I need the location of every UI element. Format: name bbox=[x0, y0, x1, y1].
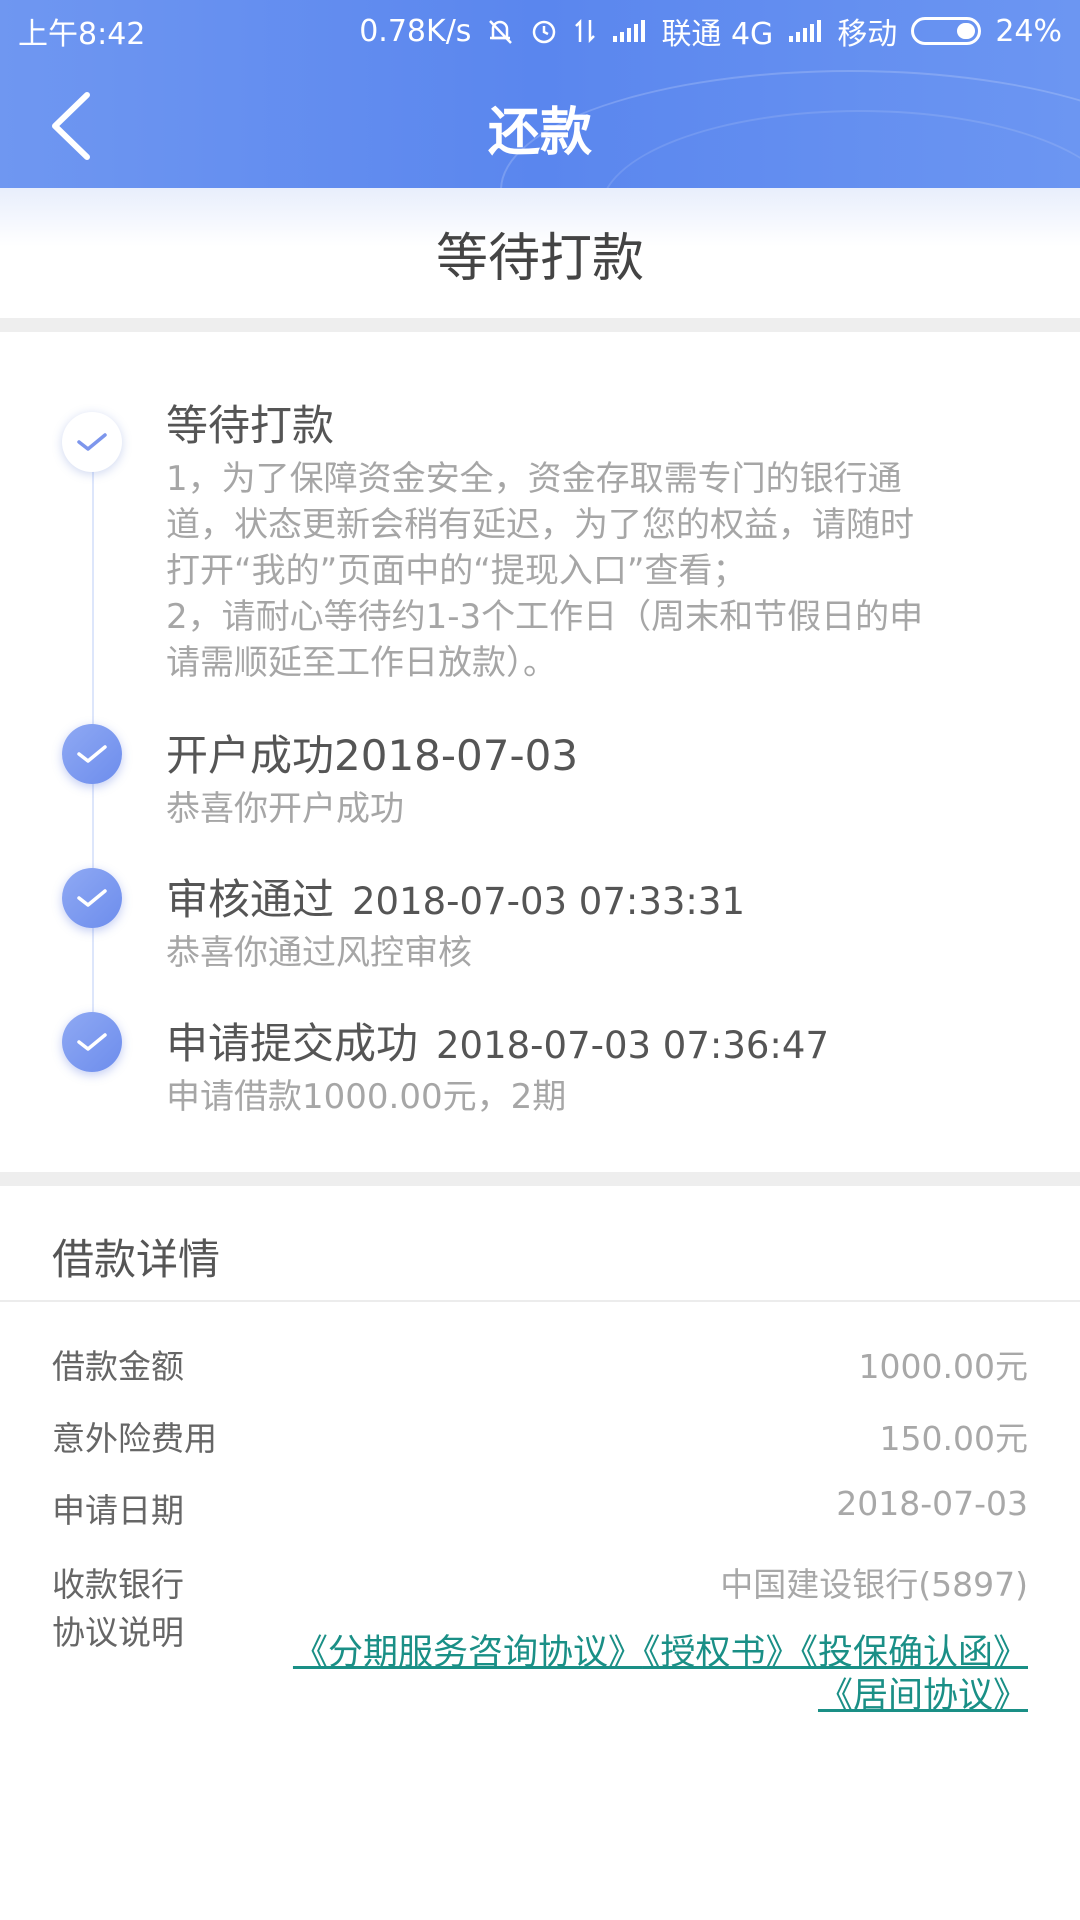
timeline-step-desc: 恭喜你开户成功 bbox=[166, 789, 404, 829]
signal-icon bbox=[611, 18, 647, 44]
progress-timeline: 等待打款 1，为了保障资金安全，资金存取需专门的银行通 道，状态更新会稍有延迟，… bbox=[0, 332, 1080, 1172]
timeline-step-title: 等待打款 bbox=[166, 401, 335, 450]
carrier-2: 移动 bbox=[837, 17, 898, 52]
data-transfer-icon bbox=[573, 16, 597, 46]
timeline-step-desc: 申请借款1000.00元，2期 bbox=[166, 1077, 567, 1117]
step-title-text: 审核通过 bbox=[166, 875, 335, 924]
section-divider bbox=[0, 1172, 1080, 1186]
check-icon bbox=[62, 1012, 122, 1072]
apply-date-value: 2018-07-03 bbox=[836, 1484, 1028, 1523]
agreement-link-intermediary[interactable]: 《居间协议》 bbox=[818, 1676, 1028, 1716]
timeline-step-title: 审核通过 2018-07-03 07:33:31 bbox=[166, 866, 745, 927]
loan-amount-label: 借款金额 bbox=[52, 1347, 184, 1386]
section-divider bbox=[0, 318, 1080, 332]
status-banner: 等待打款 bbox=[0, 188, 1080, 318]
timeline-step-title: 申请提交成功 2018-07-03 07:36:47 bbox=[166, 1010, 829, 1071]
step-date: 2018-07-03 bbox=[334, 731, 579, 780]
signal-icon bbox=[787, 18, 823, 44]
agreement-link-insurance[interactable]: 《投保确认函》 bbox=[800, 1633, 1028, 1673]
check-icon bbox=[62, 724, 122, 784]
desc-line: 道，状态更新会稍有延迟，为了您的权益，请随时 bbox=[166, 505, 914, 545]
mute-bell-icon bbox=[485, 16, 515, 46]
status-time: 上午8:42 bbox=[18, 17, 146, 52]
desc-line: 请需顺延至工作日放款）。 bbox=[166, 643, 557, 683]
battery-icon bbox=[911, 17, 982, 45]
agreement-link-authorization[interactable]: 《授权书》 bbox=[643, 1633, 801, 1673]
apply-date-label: 申请日期 bbox=[52, 1491, 184, 1530]
network-speed: 0.78K/s bbox=[359, 13, 472, 49]
agreement-link-installment[interactable]: 《分期服务咨询协议》 bbox=[293, 1633, 643, 1673]
status-banner-text: 等待打款 bbox=[435, 228, 644, 289]
agreement-links: 《分期服务咨询协议》《授权书》《投保确认函》 《居间协议》 bbox=[268, 1632, 1028, 1718]
timeline-step-desc: 恭喜你通过风控审核 bbox=[166, 933, 472, 973]
status-bar: 上午8:42 0.78K/s 联通 4G 移动 24% bbox=[0, 0, 1080, 62]
desc-line: 打开“我的”页面中的“提现入口”查看； bbox=[166, 551, 747, 591]
step-date: 2018-07-03 07:33:31 bbox=[352, 880, 745, 923]
carrier-1: 联通 4G bbox=[661, 17, 774, 52]
status-right: 0.78K/s 联通 4G 移动 24% bbox=[359, 9, 1062, 53]
battery-percent: 24% bbox=[995, 13, 1062, 49]
bank-value: 中国建设银行(5897) bbox=[720, 1565, 1028, 1604]
step-title-text: 开户成功 bbox=[166, 731, 335, 780]
step-date: 2018-07-03 07:36:47 bbox=[436, 1024, 829, 1067]
check-icon bbox=[62, 868, 122, 928]
timeline-step-title: 开户成功2018-07-03 bbox=[166, 722, 578, 783]
bank-label: 收款银行 bbox=[52, 1565, 184, 1604]
nav-bar: 还款 bbox=[0, 62, 1080, 188]
step-title-text: 申请提交成功 bbox=[166, 1019, 419, 1068]
divider bbox=[0, 1300, 1080, 1302]
insurance-fee-value: 150.00元 bbox=[879, 1419, 1028, 1458]
page-title: 还款 bbox=[487, 103, 592, 163]
check-icon bbox=[62, 412, 122, 472]
section-title: 借款详情 bbox=[52, 1235, 221, 1284]
alarm-icon bbox=[529, 16, 559, 46]
loan-details: 借款详情 借款金额 1000.00元 意外险费用 150.00元 申请日期 20… bbox=[0, 1186, 1080, 1920]
agreement-label: 协议说明 bbox=[52, 1613, 184, 1652]
timeline-step-desc: 1，为了保障资金安全，资金存取需专门的银行通 道，状态更新会稍有延迟，为了您的权… bbox=[166, 456, 1016, 686]
insurance-fee-label: 意外险费用 bbox=[52, 1419, 217, 1458]
loan-amount-value: 1000.00元 bbox=[858, 1347, 1028, 1386]
desc-line: 2，请耐心等待约1-3个工作日（周末和节假日的申 bbox=[166, 597, 924, 637]
app-header: 上午8:42 0.78K/s 联通 4G 移动 24% 还款 bbox=[0, 0, 1080, 188]
desc-line: 1，为了保障资金安全，资金存取需专门的银行通 bbox=[166, 459, 902, 499]
